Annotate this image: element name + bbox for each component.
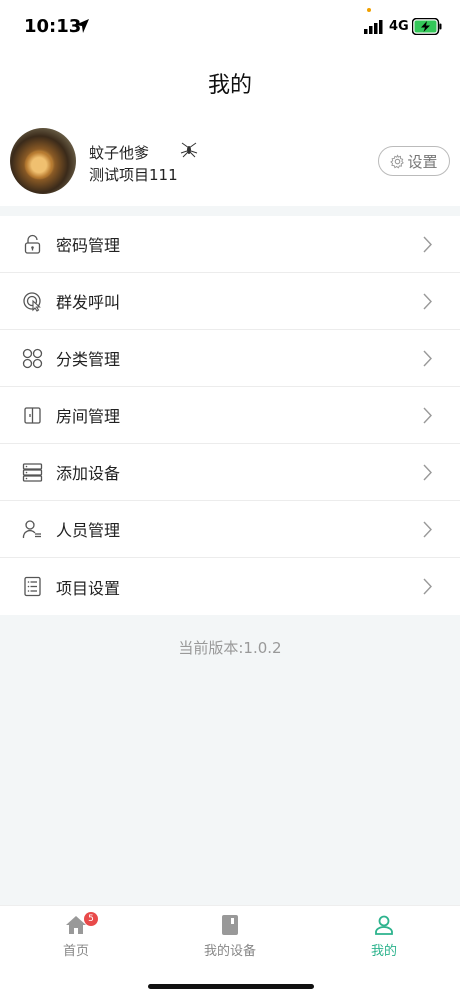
mosquito-icon: [180, 142, 198, 158]
menu-label: 分类管理: [56, 350, 121, 369]
status-time: 10:13: [24, 16, 82, 37]
chevron-right-icon: [423, 236, 432, 253]
broadcast-call-icon: [23, 292, 41, 312]
menu-list: 密码管理 群发呼叫 分类管理 房间管理 添加设备 人员管理 项目设置: [0, 216, 460, 615]
menu-item-project-settings[interactable]: 项目设置: [0, 558, 460, 615]
tab-mine[interactable]: 我的: [324, 914, 444, 959]
category-icon: [22, 348, 43, 369]
user-list-icon: [22, 520, 41, 539]
project-name: 测试项目111: [89, 166, 178, 184]
tab-label: 我的设备: [203, 944, 256, 959]
menu-item-room[interactable]: 房间管理: [0, 387, 460, 444]
notification-badge: 5: [84, 912, 98, 926]
chevron-right-icon: [423, 578, 432, 595]
menu-label: 项目设置: [56, 578, 121, 598]
privacy-dot: [367, 8, 371, 12]
menu-item-broadcast[interactable]: 群发呼叫: [0, 273, 460, 330]
menu-label: 群发呼叫: [56, 293, 121, 312]
cell-signal-icon: [364, 20, 383, 34]
avatar[interactable]: [10, 128, 76, 194]
tab-label: 我的: [370, 944, 397, 959]
menu-item-add-device[interactable]: 添加设备: [0, 444, 460, 501]
device-icon: [222, 915, 238, 935]
chevron-right-icon: [423, 293, 432, 310]
project-list-icon: [24, 576, 41, 597]
battery-charging-icon: [412, 18, 442, 35]
settings-button[interactable]: 设置: [378, 146, 450, 176]
nav-bar: 我的: [0, 56, 460, 116]
lock-icon: [24, 234, 41, 254]
chevron-right-icon: [423, 407, 432, 424]
tab-home[interactable]: 5 首页: [16, 912, 136, 959]
room-icon: [24, 407, 41, 424]
chevron-right-icon: [423, 464, 432, 481]
menu-item-personnel[interactable]: 人员管理: [0, 501, 460, 558]
menu-label: 密码管理: [56, 236, 121, 255]
version-text: 当前版本:1.0.2: [178, 639, 282, 657]
menu-label: 人员管理: [56, 521, 121, 540]
profile-card: 蚊子他爹 测试项目111 设置: [0, 116, 460, 206]
gear-icon: [390, 153, 405, 168]
chevron-right-icon: [423, 521, 432, 538]
chevron-right-icon: [423, 350, 432, 367]
network-type: 4G: [389, 19, 409, 34]
location-arrow-icon: [75, 19, 89, 33]
menu-label: 添加设备: [56, 464, 121, 483]
user-name: 蚊子他爹: [89, 144, 150, 162]
user-icon: [375, 915, 393, 935]
tab-devices[interactable]: 我的设备: [170, 914, 290, 959]
page-title: 我的: [207, 73, 252, 98]
home-indicator: [148, 984, 314, 989]
menu-label: 房间管理: [56, 407, 121, 426]
settings-label: 设置: [407, 152, 438, 171]
server-icon: [22, 463, 43, 482]
menu-item-password[interactable]: 密码管理: [0, 216, 460, 273]
status-bar: 10:13 4G: [0, 0, 460, 56]
tab-label: 首页: [62, 944, 89, 959]
menu-item-category[interactable]: 分类管理: [0, 330, 460, 387]
